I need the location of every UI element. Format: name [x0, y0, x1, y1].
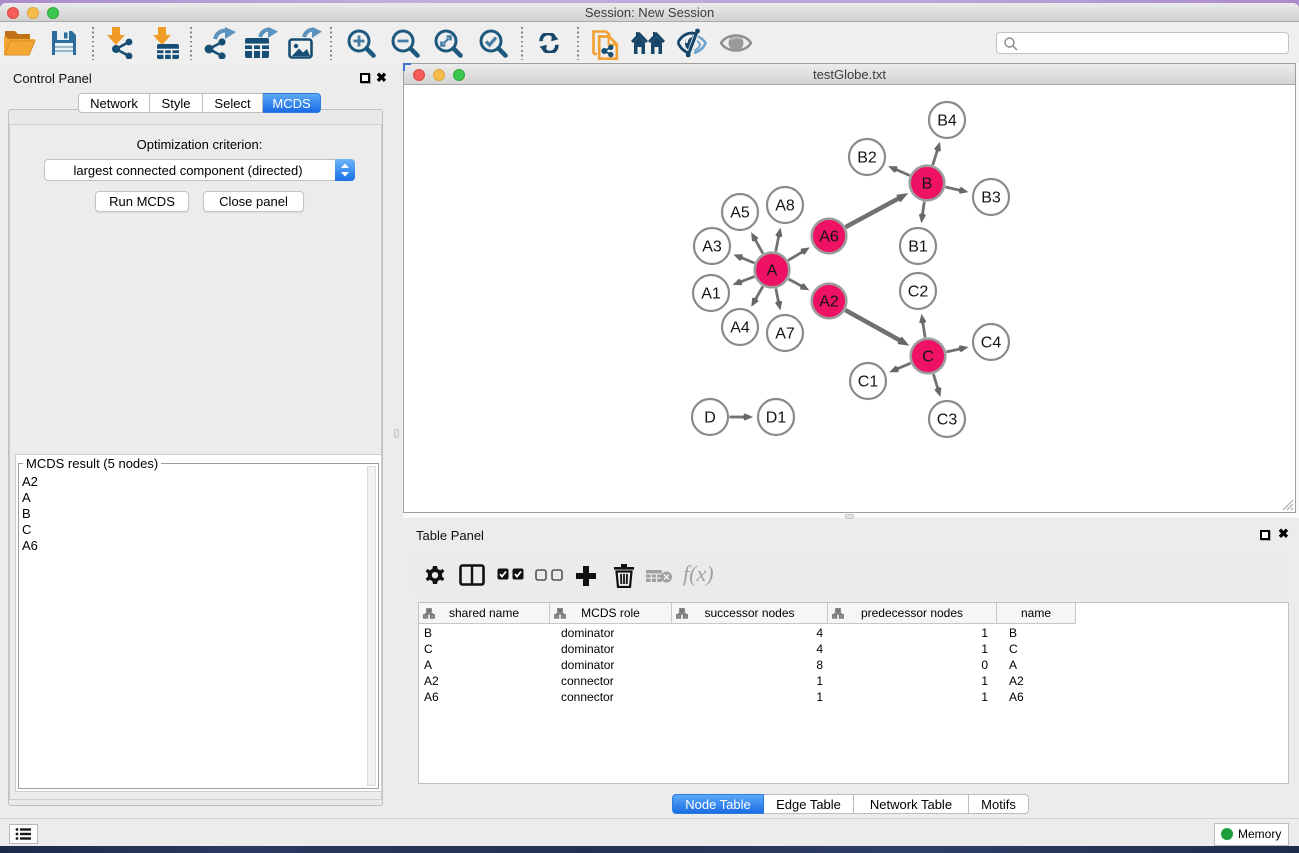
- svg-text:A8: A8: [775, 198, 795, 215]
- svg-text:A7: A7: [775, 326, 795, 343]
- svg-text:C4: C4: [981, 335, 1002, 352]
- svg-text:A1: A1: [701, 286, 721, 303]
- svg-text:A: A: [767, 263, 778, 280]
- svg-text:D1: D1: [766, 410, 787, 427]
- svg-text:A6: A6: [819, 229, 839, 246]
- svg-text:D: D: [704, 410, 716, 427]
- svg-text:B4: B4: [937, 113, 957, 130]
- svg-text:C3: C3: [937, 412, 958, 429]
- svg-text:B1: B1: [908, 239, 928, 256]
- svg-text:A2: A2: [819, 294, 839, 311]
- svg-text:B3: B3: [981, 190, 1001, 207]
- svg-text:A5: A5: [730, 205, 750, 222]
- svg-text:C: C: [922, 349, 934, 366]
- svg-text:A3: A3: [702, 239, 722, 256]
- svg-text:C1: C1: [858, 374, 879, 391]
- svg-text:B2: B2: [857, 150, 877, 167]
- svg-text:C2: C2: [908, 284, 929, 301]
- svg-text:A4: A4: [730, 320, 750, 337]
- svg-text:B: B: [922, 176, 933, 193]
